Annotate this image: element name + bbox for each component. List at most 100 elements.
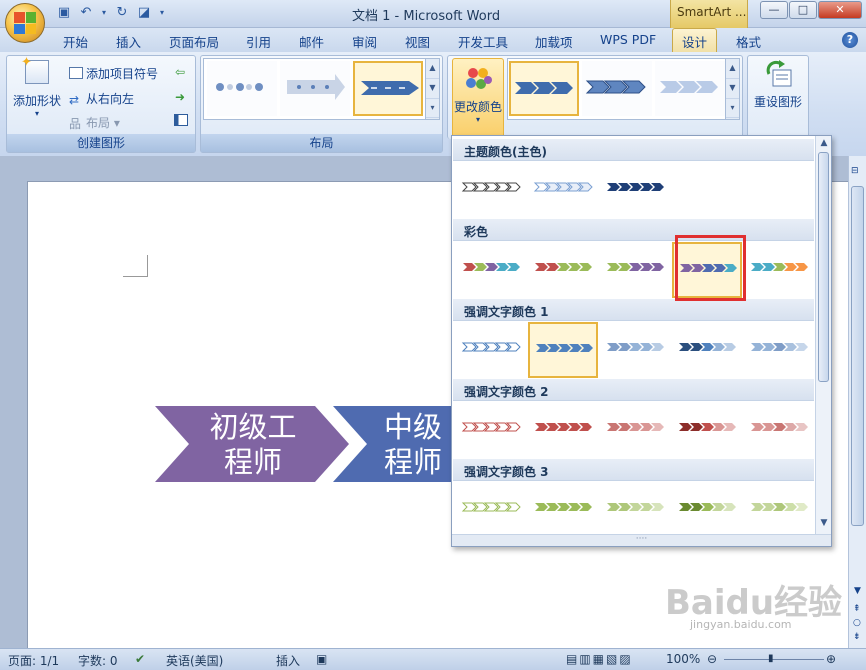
undo-dropdown-icon[interactable]: ▾	[100, 5, 108, 21]
color-option-preview	[461, 502, 521, 512]
color-option[interactable]	[600, 242, 670, 298]
layouts-gallery-scroll[interactable]: ▲ ▼ ▾	[425, 59, 439, 119]
tab-format[interactable]: 格式	[736, 32, 761, 51]
add-shape-button[interactable]: ✦ 添加形状 ▾	[11, 55, 63, 118]
tab-view[interactable]: 视图	[405, 32, 430, 51]
layout-thumb-arrow[interactable]	[280, 61, 350, 116]
color-option[interactable]	[744, 402, 814, 458]
quick-access-toolbar: ▣ ↶ ▾ ↻ ◪ ▾	[56, 5, 166, 21]
shape-2-text[interactable]: 中级 程师	[373, 410, 453, 480]
zoom-out-icon[interactable]: ⊖	[707, 652, 717, 666]
color-option[interactable]	[528, 322, 598, 378]
word-count[interactable]: 字数: 0	[78, 652, 118, 669]
color-option[interactable]	[456, 322, 526, 378]
change-colors-button[interactable]: 更改颜色 ▾	[452, 58, 504, 138]
dropdown-scrollbar[interactable]: ▲ ▼	[815, 136, 831, 546]
reset-graphic-label: 重设图形	[753, 95, 802, 109]
help-icon[interactable]: ?	[842, 32, 858, 48]
zoom-slider-thumb[interactable]: ▮	[768, 653, 774, 664]
layout-thumb-circles[interactable]	[207, 61, 277, 116]
layout-thumb-chevron-selected[interactable]	[353, 61, 423, 116]
shape-1-text[interactable]: 初级工 程师	[193, 410, 313, 480]
color-option[interactable]	[528, 162, 598, 218]
scrollbar-thumb[interactable]	[851, 186, 864, 526]
tab-references[interactable]: 引用	[246, 32, 271, 51]
color-option[interactable]	[456, 162, 526, 218]
office-button[interactable]	[5, 3, 45, 43]
add-bullet-button[interactable]: 添加项目符号	[69, 65, 158, 82]
color-option[interactable]	[456, 402, 526, 458]
color-option[interactable]	[672, 482, 742, 538]
watermark-url: jingyan.baidu.com	[690, 618, 792, 631]
dropdown-scroll-thumb[interactable]	[818, 152, 829, 382]
tab-design[interactable]: 设计	[672, 28, 718, 53]
color-option[interactable]	[528, 242, 598, 298]
color-option[interactable]	[600, 162, 670, 218]
color-option[interactable]	[672, 402, 742, 458]
chevron-swatch	[535, 503, 548, 511]
styles-gallery-scroll[interactable]: ▲ ▼ ▾	[725, 59, 739, 119]
vertical-scrollbar[interactable]: ⊟ ▼ ⇞ ○ ⇟	[848, 156, 866, 648]
ruler-toggle-icon[interactable]: ⊟	[851, 166, 859, 176]
view-buttons[interactable]: ▤▥▦▧▨	[566, 652, 633, 666]
color-option[interactable]	[672, 322, 742, 378]
tab-add-ins[interactable]: 加载项	[535, 32, 573, 51]
close-button[interactable]: ✕	[818, 1, 862, 19]
save-icon[interactable]: ▣	[56, 5, 72, 21]
style-thumb-gradient[interactable]	[655, 61, 725, 116]
page-count[interactable]: 页面: 1/1	[8, 652, 59, 669]
customize-qat-icon[interactable]: ▾	[158, 5, 166, 21]
color-option[interactable]	[600, 322, 670, 378]
color-option[interactable]	[600, 402, 670, 458]
scroll-down-icon[interactable]: ▼	[854, 586, 861, 596]
color-option[interactable]	[744, 482, 814, 538]
tab-insert[interactable]: 插入	[116, 32, 141, 51]
right-to-left-button[interactable]: ⇄ 从右向左	[69, 90, 134, 107]
resize-handle[interactable]: ····	[452, 534, 831, 546]
language-indicator[interactable]: 英语(美国)	[166, 652, 223, 669]
color-option-preview	[679, 343, 736, 351]
tab-page-layout[interactable]: 页面布局	[169, 32, 219, 51]
zoom-slider[interactable]	[724, 659, 824, 660]
style-flat-thumbnail	[515, 82, 573, 94]
browse-object-icon[interactable]: ○	[853, 618, 861, 628]
undo-icon[interactable]: ↶	[78, 5, 94, 21]
text-pane-icon[interactable]	[174, 114, 191, 128]
previous-page-icon[interactable]: ⇞	[853, 604, 861, 614]
color-option[interactable]	[456, 242, 526, 298]
color-option[interactable]	[744, 242, 814, 298]
layout-button[interactable]: 品布局 ▾	[69, 114, 120, 131]
color-option[interactable]	[744, 322, 814, 378]
insert-mode[interactable]: 插入	[276, 652, 300, 669]
zoom-in-icon[interactable]: ⊕	[826, 652, 836, 666]
redo-icon[interactable]: ↻	[114, 5, 130, 21]
reset-graphic-button[interactable]: 重设图形	[750, 60, 806, 110]
section-colorful: 彩色	[453, 219, 814, 241]
maximize-button[interactable]: □	[789, 1, 817, 19]
demote-icon[interactable]: ➜	[175, 90, 185, 104]
document-title: 文档 1 - Microsoft Word	[352, 9, 501, 24]
scroll-down-icon[interactable]: ▼	[816, 518, 832, 532]
color-option[interactable]	[456, 482, 526, 538]
tab-mailings[interactable]: 邮件	[299, 32, 324, 51]
style-thumb-flat[interactable]	[509, 61, 579, 116]
tab-developer[interactable]: 开发工具	[458, 32, 508, 51]
color-option[interactable]	[528, 482, 598, 538]
color-option-preview	[607, 263, 664, 271]
next-page-icon[interactable]: ⇟	[853, 632, 861, 642]
color-option-preview	[607, 503, 664, 511]
tab-home[interactable]: 开始	[63, 32, 88, 51]
tab-wps-pdf[interactable]: WPS PDF	[600, 32, 656, 47]
proofing-icon[interactable]: ✔	[135, 652, 145, 666]
tab-review[interactable]: 审阅	[352, 32, 377, 51]
promote-icon[interactable]: ⇦	[175, 65, 185, 79]
minimize-button[interactable]: —	[760, 1, 788, 19]
color-option-preview	[607, 423, 664, 431]
style-thumb-outline[interactable]	[582, 61, 652, 116]
zoom-level[interactable]: 100%	[666, 652, 700, 666]
print-preview-icon[interactable]: ◪	[136, 5, 152, 21]
color-option[interactable]	[528, 402, 598, 458]
color-option[interactable]	[600, 482, 670, 538]
macro-record-icon[interactable]: ▣	[316, 652, 327, 666]
scroll-up-icon[interactable]: ▲	[816, 138, 832, 152]
